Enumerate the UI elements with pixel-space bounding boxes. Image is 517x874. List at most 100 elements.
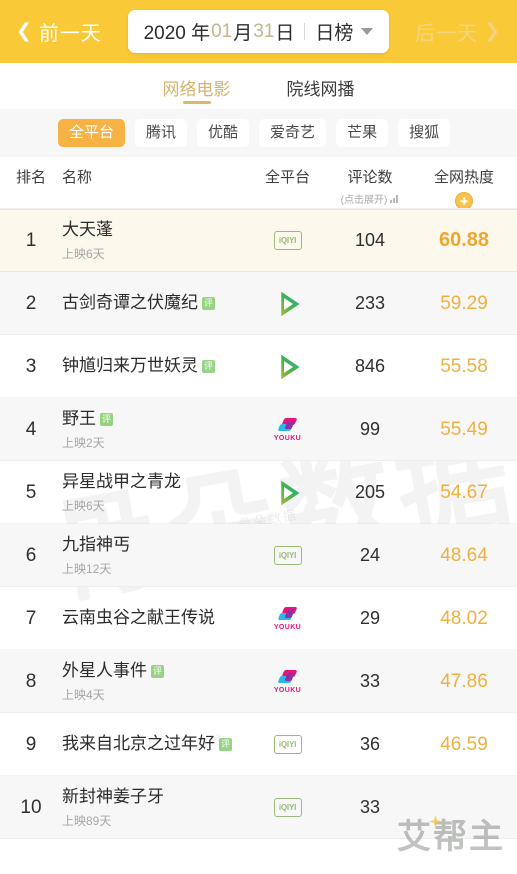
sort-bars-icon (390, 194, 399, 203)
movie-title: 九指神丐 (62, 534, 240, 557)
chip-tencent[interactable]: 腾讯 (135, 118, 188, 148)
cell-heat-score: 55.58 (440, 355, 488, 377)
column-header-comments[interactable]: 评论数 (点击展开) (329, 166, 411, 206)
movie-title: 野王评 (62, 408, 240, 431)
cell-platform: YOUKU (246, 417, 329, 442)
tab-theater-online[interactable]: 院线网播 (287, 63, 355, 109)
cell-title[interactable]: 九指神丐 上映12天 (62, 534, 246, 577)
review-badge: 评 (202, 360, 215, 374)
cell-rank: 1 (25, 229, 37, 251)
app-root: ❮ 前一天 2020 年 01 月 31 日 日榜 后一天 ❯ 网络电影 院线网… (0, 0, 517, 874)
cell-title[interactable]: 野王评上映2天 (62, 408, 246, 451)
cell-comment-count: 846 (354, 356, 386, 376)
iqiyi-logo-icon: iQIYI (273, 798, 302, 817)
column-header-platform: 全平台 (264, 169, 310, 186)
cell-platform: iQIYI (246, 546, 329, 565)
comments-expand-hint[interactable]: (点击展开) (329, 191, 411, 206)
movie-title-text: 我来自北京之过年好 (62, 734, 215, 754)
table-row[interactable]: 9 我来自北京之过年好评 iQIYI 36 46.59 (0, 713, 517, 776)
cell-title[interactable]: 古剑奇谭之伏魔纪评 (62, 292, 246, 315)
comments-expand-text: (点击展开) (340, 195, 388, 206)
cell-heat-score: 46.59 (440, 733, 488, 755)
chevron-down-icon[interactable] (361, 28, 374, 35)
next-day-button[interactable]: 后一天 ❯ (415, 17, 501, 46)
cell-rank: 6 (25, 544, 37, 566)
cell-platform: iQIYI (246, 231, 329, 250)
movie-title-text: 古剑奇谭之伏魔纪 (62, 293, 198, 313)
next-day-label: 后一天 (415, 23, 479, 45)
chip-all-platforms[interactable]: 全平台 (58, 118, 126, 148)
review-badge: 评 (100, 413, 113, 427)
date-day-unit: 日 (275, 23, 295, 44)
cell-title[interactable]: 大天蓬 上映6天 (62, 219, 246, 262)
chip-youku[interactable]: 优酷 (197, 118, 250, 148)
table-row[interactable]: 6 九指神丐 上映12天 iQIYI 24 48.64 (0, 524, 517, 587)
cell-platform (246, 481, 329, 505)
date-year: 2020 年 (143, 23, 211, 44)
tab-network-movie[interactable]: 网络电影 (163, 63, 231, 109)
cell-heat-score: 48.64 (440, 544, 488, 566)
youku-logo-icon: YOUKU (268, 417, 308, 442)
cell-title[interactable]: 异星战甲之青龙 上映6天 (62, 471, 246, 514)
movie-title: 外星人事件评 (62, 660, 240, 683)
movie-title-text: 新封神姜子牙 (62, 787, 164, 807)
review-badge: 评 (202, 297, 215, 311)
cell-title[interactable]: 钟馗归来万世妖灵评 (62, 355, 246, 378)
review-badge: 评 (151, 665, 164, 679)
chip-iqiyi[interactable]: 爱奇艺 (259, 118, 327, 148)
cell-comment-count: 33 (359, 797, 381, 817)
cell-title[interactable]: 我来自北京之过年好评 (62, 733, 246, 756)
cell-platform: iQIYI (246, 798, 329, 817)
table-row[interactable]: 2 古剑奇谭之伏魔纪评 233 59.29 (0, 272, 517, 335)
cell-platform: YOUKU (246, 606, 329, 631)
cell-heat-score: 54.67 (440, 481, 488, 503)
tencent-video-logo-icon (275, 481, 301, 505)
table-header-row: 排名 名称 全平台 评论数 (点击展开) 全网热度 (0, 157, 517, 210)
cell-comment-count: 233 (354, 293, 386, 313)
cell-rank: 10 (20, 796, 42, 818)
iqiyi-logo-icon: iQIYI (273, 546, 302, 565)
chip-label: 搜狐 (409, 123, 440, 141)
column-header-heat-label: 全网热度 (433, 169, 494, 186)
table-row[interactable]: 1 大天蓬 上映6天 iQIYI 104 60.88 (0, 209, 517, 272)
movie-title: 古剑奇谭之伏魔纪评 (62, 292, 240, 315)
column-header-heat[interactable]: 全网热度 (411, 166, 517, 210)
cell-comment-count: 33 (359, 671, 381, 691)
cell-title[interactable]: 外星人事件评上映4天 (62, 660, 246, 703)
date-selector[interactable]: 2020 年 01 月 31 日 日榜 (127, 10, 390, 53)
movie-title: 云南虫谷之献王传说 (62, 607, 240, 630)
tab-label: 院线网播 (286, 79, 355, 99)
table-row[interactable]: 7 云南虫谷之献王传说 YOUKU 29 48.02 (0, 587, 517, 650)
sort-toggle-icon[interactable] (455, 192, 473, 210)
review-badge: 评 (219, 738, 232, 752)
chip-mango[interactable]: 芒果 (336, 118, 389, 148)
table-row[interactable]: 10 新封神姜子牙上映89天 iQIYI 33 (0, 776, 517, 839)
table-row[interactable]: 4 野王评上映2天 YOUKU 99 55.49 (0, 398, 517, 461)
movie-title-text: 云南虫谷之献王传说 (62, 608, 215, 628)
release-days-label: 上映4天 (62, 687, 105, 702)
cell-rank: 2 (25, 292, 37, 314)
movie-title-text: 钟馗归来万世妖灵 (62, 356, 198, 376)
prev-day-button[interactable]: ❮ 前一天 (16, 17, 102, 46)
table-row[interactable]: 5 异星战甲之青龙 上映6天 205 54.67 (0, 461, 517, 524)
prev-day-label: 前一天 (38, 23, 102, 45)
chip-label: 腾讯 (146, 123, 177, 141)
cell-comment-count: 36 (359, 734, 381, 754)
iqiyi-logo-icon: iQIYI (273, 735, 302, 754)
cell-comment-count: 99 (359, 419, 381, 439)
movie-title-text: 异星战甲之青龙 (62, 472, 181, 492)
release-days-label: 上映89天 (62, 813, 112, 828)
cell-title[interactable]: 云南虫谷之献王传说 (62, 607, 246, 630)
date-day: 31 (253, 20, 275, 42)
cell-title[interactable]: 新封神姜子牙上映89天 (62, 786, 246, 829)
cell-platform: iQIYI (246, 735, 329, 754)
chip-sohu[interactable]: 搜狐 (398, 118, 451, 148)
table-row[interactable]: 8 外星人事件评上映4天 YOUKU 33 47.86 (0, 650, 517, 713)
table-row[interactable]: 3 钟馗归来万世妖灵评 846 55.58 (0, 335, 517, 398)
cell-platform (246, 292, 329, 316)
movie-title: 大天蓬 (62, 219, 240, 242)
movie-title: 新封神姜子牙 (62, 786, 240, 809)
cell-heat-score: 55.49 (440, 418, 488, 440)
ranking-table: 骨朵数据 骨朵数据 骨朵数据 骨朵数据 排名 名称 全平台 评论数 (点击展开)… (0, 157, 517, 839)
cell-heat-score: 60.88 (438, 229, 490, 251)
